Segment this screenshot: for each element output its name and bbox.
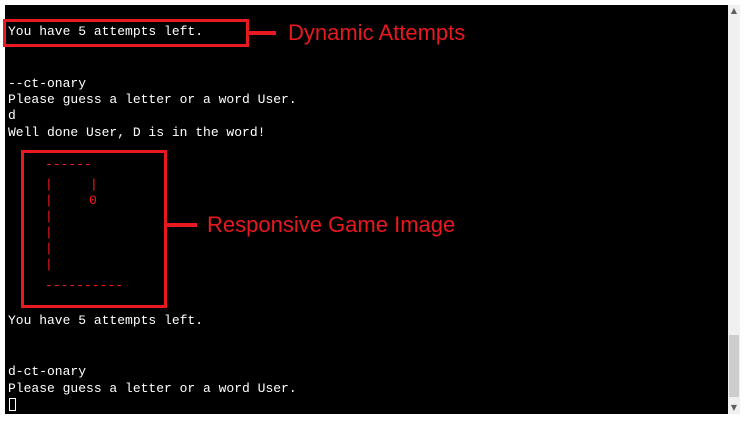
- attempts-highlight-box: [3, 19, 249, 47]
- masked-word: --ct-onary: [8, 76, 87, 91]
- attempts-connector-line: [249, 31, 276, 35]
- vertical-scrollbar[interactable]: ▲ ▼: [728, 5, 740, 414]
- image-callout-label: Responsive Game Image: [207, 212, 456, 237]
- guess-prompt: Please guess a letter or a word User.: [8, 381, 297, 396]
- user-input: d: [8, 108, 16, 123]
- image-connector-line: [167, 223, 197, 227]
- text-cursor[interactable]: [9, 398, 16, 411]
- scroll-up-icon[interactable]: ▲: [728, 5, 740, 17]
- masked-word: d-ct-onary: [8, 364, 87, 379]
- scroll-down-icon[interactable]: ▼: [728, 402, 740, 414]
- feedback-text: Well done User, D is in the word!: [8, 125, 266, 140]
- attempts-callout-label: Dynamic Attempts: [288, 20, 466, 45]
- scrollbar-thumb[interactable]: [729, 335, 739, 397]
- guess-prompt: Please guess a letter or a word User.: [8, 92, 297, 107]
- attempts-text: You have 5 attempts left.: [8, 313, 204, 328]
- image-highlight-box: [21, 150, 167, 308]
